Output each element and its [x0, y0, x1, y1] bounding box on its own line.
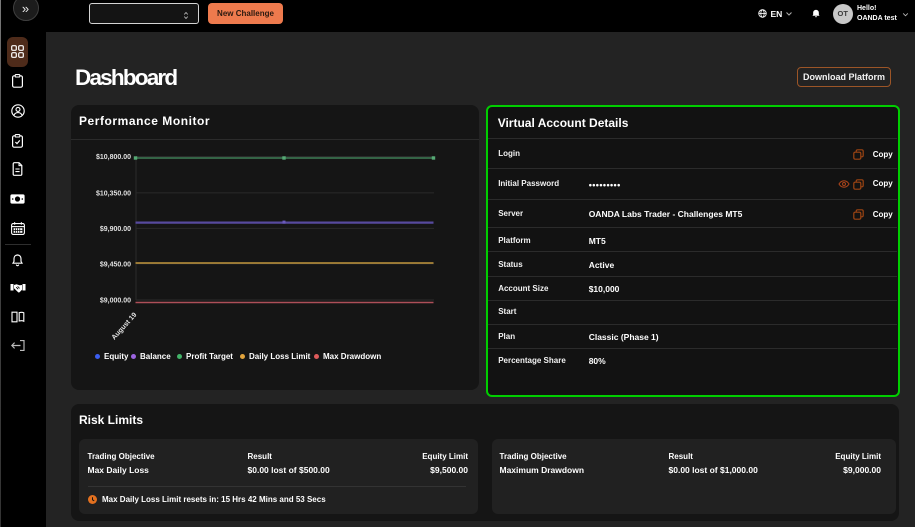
svg-text:$10,800.00: $10,800.00: [96, 154, 131, 161]
svg-text:$9,900.00: $9,900.00: [100, 225, 131, 232]
svg-text:$9,450.00: $9,450.00: [100, 261, 131, 268]
svg-text:$9,000.00: $9,000.00: [100, 297, 131, 304]
svg-text:$10,350.00: $10,350.00: [96, 190, 131, 197]
svg-text:August 19: August 19: [111, 311, 139, 341]
